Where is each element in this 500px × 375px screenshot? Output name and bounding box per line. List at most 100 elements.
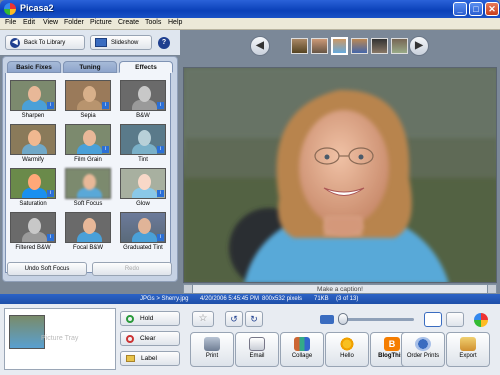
menu-edit[interactable]: Edit: [23, 19, 35, 26]
filmstrip-thumb[interactable]: [311, 38, 328, 54]
filmstrip-thumb[interactable]: [291, 38, 308, 54]
clear-button[interactable]: Clear: [120, 331, 180, 346]
collapse-right-icon[interactable]: [487, 284, 497, 294]
back-to-library-label: Back To Library: [24, 39, 66, 46]
tab-basic-fixes[interactable]: Basic Fixes: [7, 61, 61, 73]
effect-sepia[interactable]: i Sepia: [65, 80, 111, 120]
effect-warmify[interactable]: Warmify: [10, 124, 56, 164]
effect-filtered-b-w[interactable]: i Filtered B&W: [10, 212, 56, 252]
export-button[interactable]: Export: [446, 332, 490, 367]
effect-focal-b-w[interactable]: Focal B&W: [65, 212, 111, 252]
title-bar: [0, 0, 500, 18]
effect-film-grain[interactable]: i Film Grain: [65, 124, 111, 164]
label-button[interactable]: Label: [120, 351, 180, 366]
info-badge-icon[interactable]: i: [102, 102, 109, 109]
blogger-icon: B: [384, 337, 400, 351]
menu-folder[interactable]: Folder: [64, 19, 84, 26]
menu-create[interactable]: Create: [118, 19, 139, 26]
info-badge-icon[interactable]: i: [157, 190, 164, 197]
split-view-icon[interactable]: [446, 312, 464, 327]
effect-preview: i: [120, 80, 166, 111]
effect-glow[interactable]: i Glow: [120, 168, 166, 208]
label-label: Label: [141, 355, 157, 362]
info-badge-icon[interactable]: i: [47, 234, 54, 241]
clear-icon: [126, 334, 134, 343]
menu-picture[interactable]: Picture: [90, 19, 112, 26]
hello-button[interactable]: Hello: [325, 332, 369, 367]
collage-button[interactable]: Collage: [280, 332, 324, 367]
info-badge-icon[interactable]: i: [102, 146, 109, 153]
help-icon[interactable]: ?: [158, 37, 170, 49]
menu-bar: File Edit View Folder Picture Create Too…: [0, 18, 500, 30]
tab-effects[interactable]: Effects: [119, 61, 173, 73]
order-prints-icon: [415, 337, 431, 351]
effect-saturation[interactable]: i Saturation: [10, 168, 56, 208]
effect-preview: i: [65, 80, 111, 111]
star-icon[interactable]: ☆: [192, 311, 214, 327]
tray-thumbnail[interactable]: [9, 315, 45, 349]
menu-file[interactable]: File: [5, 19, 16, 26]
filmstrip-thumb[interactable]: [391, 38, 408, 54]
menu-help[interactable]: Help: [168, 19, 182, 26]
effect-sharpen[interactable]: i Sharpen: [10, 80, 56, 120]
info-badge-icon[interactable]: i: [157, 102, 164, 109]
collage-label: Collage: [291, 353, 313, 359]
email-button[interactable]: Email: [235, 332, 279, 367]
main-photo[interactable]: [183, 67, 497, 283]
back-to-library-button[interactable]: ◀ Back To Library: [5, 35, 85, 50]
effect-tint[interactable]: i Tint: [120, 124, 166, 164]
effect-preview: i: [10, 212, 56, 243]
effect-preview: [65, 212, 111, 243]
effect-label: Graduated Tint: [123, 245, 163, 251]
close-button[interactable]: ✕: [485, 2, 499, 16]
picasa-web-icon[interactable]: [474, 313, 488, 327]
order-prints-label: Order Prints: [406, 353, 440, 359]
filmstrip-thumb-selected[interactable]: [331, 37, 348, 55]
email-label: Email: [249, 353, 265, 359]
zoom-slider-handle[interactable]: [338, 313, 348, 325]
info-path: JPGs > Sherry.jpg: [140, 296, 189, 302]
print-button[interactable]: Print: [190, 332, 234, 367]
info-badge-icon[interactable]: i: [47, 190, 54, 197]
next-photo-button[interactable]: ▶: [409, 36, 429, 56]
info-badge-icon[interactable]: i: [47, 102, 54, 109]
email-icon: [249, 337, 265, 351]
caption-input[interactable]: Make a caption!: [183, 284, 497, 294]
rotate-right-icon[interactable]: ↻: [245, 311, 263, 327]
effect-graduated-tint[interactable]: i Graduated Tint: [120, 212, 166, 252]
undo-button[interactable]: Undo Soft Focus: [7, 262, 87, 276]
minimize-button[interactable]: _: [453, 2, 467, 16]
maximize-button[interactable]: □: [469, 2, 483, 16]
zoom-slider[interactable]: [338, 318, 414, 321]
effect-preview: i: [10, 168, 56, 199]
slideshow-icon: [95, 38, 107, 47]
back-arrow-icon: ◀: [10, 37, 20, 48]
info-date: 4/20/2006 5:45:45 PM: [200, 296, 260, 302]
menu-tools[interactable]: Tools: [145, 19, 161, 26]
order-prints-button[interactable]: Order Prints: [401, 332, 445, 367]
effect-preview: [65, 168, 111, 199]
info-position: (3 of 13): [336, 296, 359, 302]
single-view-icon[interactable]: [424, 312, 442, 327]
effect-label: B&W: [136, 113, 150, 119]
collapse-left-icon[interactable]: [183, 284, 193, 294]
info-badge-icon[interactable]: i: [157, 234, 164, 241]
window-title: Picasa2: [20, 3, 54, 13]
redo-button[interactable]: Redo: [92, 262, 172, 276]
picture-tray: Picture Tray: [4, 308, 116, 370]
effect-label: Soft Focus: [73, 201, 103, 207]
info-badge-icon[interactable]: i: [157, 146, 164, 153]
clear-label: Clear: [140, 335, 156, 342]
previous-photo-button[interactable]: ◀: [250, 36, 270, 56]
effect-label: Focal B&W: [72, 245, 103, 251]
hold-button[interactable]: Hold: [120, 311, 180, 326]
menu-view[interactable]: View: [43, 19, 58, 26]
slideshow-button[interactable]: Slideshow: [90, 35, 152, 50]
effect-b-w[interactable]: i B&W: [120, 80, 166, 120]
tab-tuning[interactable]: Tuning: [63, 61, 117, 73]
filmstrip-thumb[interactable]: [371, 38, 388, 54]
filmstrip-thumb[interactable]: [351, 38, 368, 54]
picture-tray-label: Picture Tray: [41, 335, 79, 342]
rotate-left-icon[interactable]: ↺: [225, 311, 243, 327]
effect-soft-focus[interactable]: Soft Focus: [65, 168, 111, 208]
